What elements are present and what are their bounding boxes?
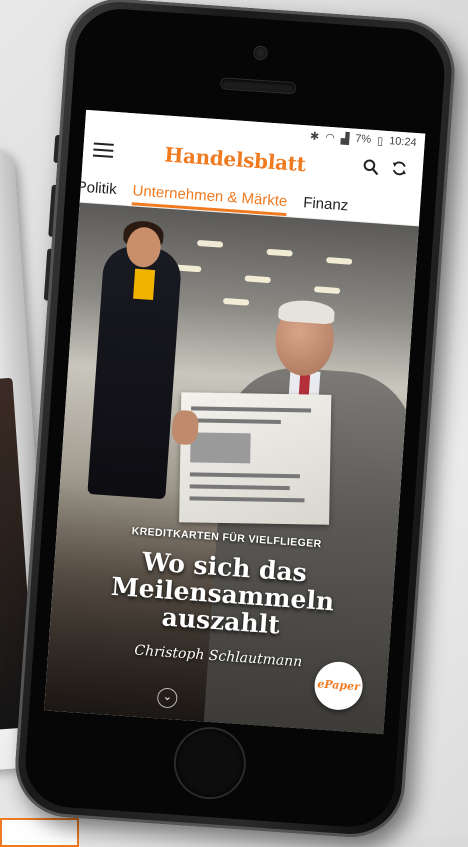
battery-icon: ▯ (376, 134, 384, 148)
tab-finanzen[interactable]: Finanz (302, 194, 349, 220)
refresh-icon[interactable] (384, 159, 413, 183)
battery-level: 7% (354, 132, 372, 146)
wifi-icon: ◠ (324, 131, 336, 144)
status-time: 10:24 (388, 135, 418, 149)
bluetooth-icon: ✱ (309, 130, 320, 143)
hero-image-newspaper (179, 392, 332, 525)
chevron-down-icon[interactable]: ⌄ (156, 687, 178, 709)
tab-politik[interactable]: Politik (80, 178, 118, 204)
hero-image-scarf (133, 268, 156, 300)
background-card (0, 818, 79, 847)
iphone-device: ✱ ◠ ▟ 7% ▯ 10:24 Handelsblatt Politik Un… (11, 0, 459, 841)
signal-icon: ▟ (340, 132, 350, 145)
article-headline[interactable]: Wo sich das Meilensammeln auszahlt (50, 542, 395, 647)
hero-image-hand (171, 409, 200, 446)
hero-article[interactable]: KREDITKARTEN FÜR VIELFLIEGER Wo sich das… (44, 202, 419, 735)
search-icon[interactable] (356, 157, 385, 180)
hero-text-block: KREDITKARTEN FÜR VIELFLIEGER Wo sich das… (48, 520, 396, 676)
hamburger-menu-icon[interactable] (92, 142, 114, 158)
app-screen: ✱ ◠ ▟ 7% ▯ 10:24 Handelsblatt Politik Un… (44, 109, 426, 735)
